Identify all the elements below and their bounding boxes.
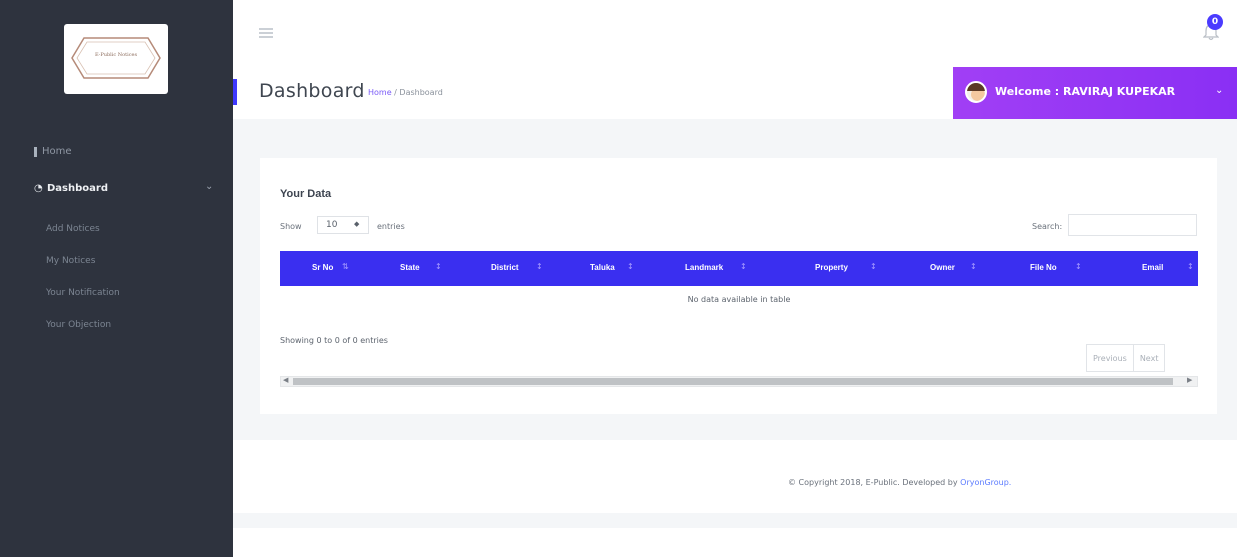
- scroll-left-icon[interactable]: ◀: [283, 376, 288, 384]
- column-header-email[interactable]: Email: [1142, 263, 1163, 272]
- column-header-taluka[interactable]: Taluka: [590, 263, 615, 272]
- show-label: Show: [280, 222, 302, 231]
- scrollbar-thumb[interactable]: [293, 378, 1173, 385]
- user-menu[interactable]: Welcome : RAVIRAJ KUPEKAR ⌄: [953, 67, 1237, 119]
- sort-icon: ↕: [1187, 262, 1194, 271]
- sidebar-item-label: Dashboard: [47, 183, 108, 194]
- sort-icon: ⇅: [342, 262, 349, 271]
- column-header-state[interactable]: State: [400, 263, 420, 272]
- entries-label: entries: [377, 222, 405, 231]
- avatar: [965, 81, 987, 103]
- sort-icon: ↕: [1075, 262, 1082, 271]
- sort-icon: ↕: [435, 262, 442, 271]
- scroll-right-icon[interactable]: ▶: [1187, 376, 1192, 384]
- search-input[interactable]: [1068, 214, 1197, 236]
- card-title: Your Data: [280, 188, 332, 200]
- sort-icon: ↕: [740, 262, 747, 271]
- sidebar-item-home[interactable]: Home: [0, 141, 233, 167]
- bottom-area: [233, 528, 1237, 557]
- sidebar-item-dashboard[interactable]: ◔ Dashboard ⌄: [0, 175, 233, 203]
- sort-icon: ↕: [870, 262, 877, 271]
- breadcrumb: Home / Dashboard: [368, 88, 443, 97]
- next-button[interactable]: Next: [1134, 345, 1165, 371]
- entries-select[interactable]: 10 ◆: [317, 216, 369, 234]
- sort-icon: ↕: [970, 262, 977, 271]
- column-header-district[interactable]: District: [491, 263, 519, 272]
- welcome-text: Welcome : RAVIRAJ KUPEKAR: [995, 85, 1176, 98]
- sidebar-item-label: Home: [42, 146, 72, 157]
- copyright-label: © Copyright 2018, E-Public. Developed by: [788, 478, 961, 487]
- page-header: Dashboard Home / Dashboard Welcome : RAV…: [233, 67, 1237, 119]
- table-info: Showing 0 to 0 of 0 entries: [280, 336, 388, 345]
- sidebar-item-your-objection[interactable]: Your Objection: [46, 320, 111, 330]
- column-header-file-no[interactable]: File No: [1030, 263, 1057, 272]
- table-header: Sr No ⇅ State ↕ District ↕ Taluka ↕ Land…: [280, 251, 1198, 286]
- data-card: Your Data Show 10 ◆ entries Search: Sr N…: [260, 158, 1217, 414]
- sidebar-item-add-notices[interactable]: Add Notices: [46, 224, 100, 234]
- search-label: Search:: [1032, 222, 1063, 231]
- column-header-owner[interactable]: Owner: [930, 263, 955, 272]
- sidebar-item-my-notices[interactable]: My Notices: [46, 256, 95, 266]
- pagination: Previous Next: [1086, 344, 1166, 372]
- sort-icon: ↕: [536, 262, 543, 271]
- hamburger-menu-icon[interactable]: [259, 28, 273, 38]
- logo[interactable]: E-Public Notices: [64, 24, 168, 94]
- developer-link[interactable]: OryonGroup.: [960, 478, 1011, 487]
- title-accent-bar: [233, 79, 237, 105]
- logo-hexagon-icon: [71, 37, 161, 79]
- table-empty-row: No data available in table: [687, 295, 791, 304]
- horizontal-scrollbar[interactable]: ◀ ▶: [280, 376, 1198, 387]
- column-header-landmark[interactable]: Landmark: [685, 263, 723, 272]
- entries-select-value: 10: [326, 220, 338, 230]
- previous-button[interactable]: Previous: [1087, 345, 1134, 371]
- select-arrows-icon: ◆: [354, 220, 360, 228]
- footer: © Copyright 2018, E-Public. Developed by…: [233, 452, 1237, 513]
- copyright-text: © Copyright 2018, E-Public. Developed by…: [788, 478, 1011, 487]
- dashboard-icon: ◔: [34, 183, 43, 194]
- notification-count-badge: 0: [1207, 14, 1223, 30]
- avatar-hair: [967, 83, 985, 91]
- app-frame: E-Public Notices Home ◔ Dashboard ⌄ Add …: [0, 0, 1237, 557]
- chevron-down-icon: ⌄: [1215, 85, 1224, 96]
- sort-icon: ↕: [627, 262, 634, 271]
- column-header-property[interactable]: Property: [815, 263, 848, 272]
- top-bar: 0: [233, 0, 1237, 67]
- breadcrumb-home-link[interactable]: Home: [368, 88, 392, 97]
- column-header-sr-no[interactable]: Sr No: [312, 263, 333, 272]
- logo-text: E-Public Notices: [94, 52, 138, 58]
- chevron-up-icon: ⌄: [205, 181, 214, 192]
- sidebar: E-Public Notices Home ◔ Dashboard ⌄ Add …: [0, 0, 233, 557]
- sidebar-item-your-notification[interactable]: Your Notification: [46, 288, 120, 298]
- home-icon: [34, 147, 37, 157]
- page-title: Dashboard: [259, 80, 365, 102]
- breadcrumb-current: Dashboard: [399, 88, 443, 97]
